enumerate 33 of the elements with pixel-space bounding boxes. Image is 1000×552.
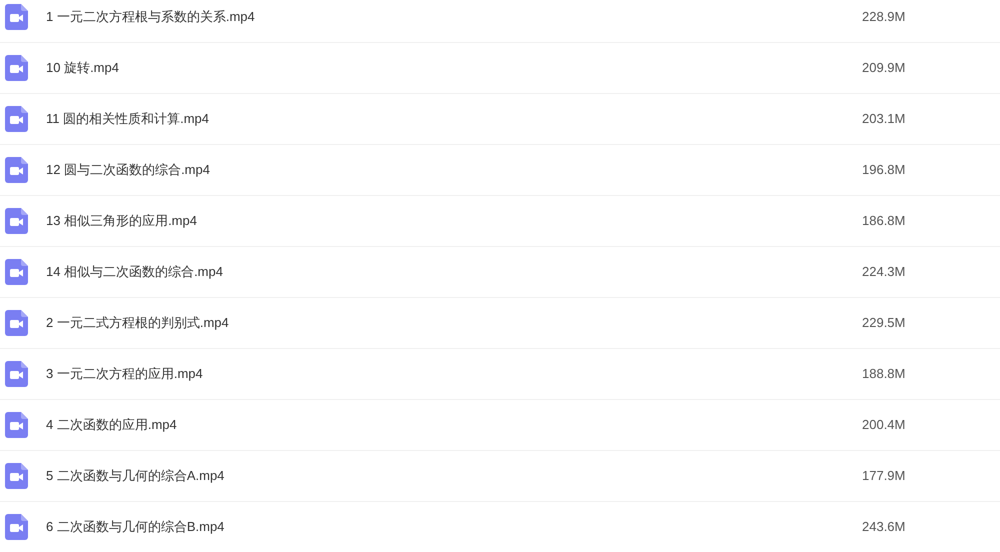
file-name[interactable]: 2 一元二式方程根的判别式.mp4 (46, 313, 862, 333)
video-file-icon (5, 361, 28, 387)
file-name[interactable]: 4 二次函数的应用.mp4 (46, 415, 862, 435)
file-name[interactable]: 5 二次函数与几何的综合A.mp4 (46, 466, 862, 486)
file-name[interactable]: 3 一元二次方程的应用.mp4 (46, 364, 862, 384)
file-size: 188.8M (862, 365, 906, 384)
video-file-icon (5, 106, 28, 132)
file-name[interactable]: 1 一元二次方程根与系数的关系.mp4 (46, 7, 862, 27)
video-file-icon (5, 157, 28, 183)
video-file-icon (5, 55, 28, 81)
video-file-icon (5, 412, 28, 438)
video-file-icon (5, 208, 28, 234)
file-size: 243.6M (862, 518, 906, 536)
file-size: 209.9M (862, 59, 906, 78)
file-name[interactable]: 6 二次函数与几何的综合B.mp4 (46, 517, 862, 537)
video-file-icon (5, 463, 28, 489)
file-name[interactable]: 14 相似与二次函数的综合.mp4 (46, 262, 862, 282)
file-size: 224.3M (862, 263, 906, 282)
file-size: 229.5M (862, 314, 906, 332)
file-size: 203.1M (862, 110, 906, 128)
video-file-icon (5, 310, 28, 336)
file-name[interactable]: 12 圆与二次函数的综合.mp4 (46, 160, 862, 180)
file-size: 186.8M (862, 212, 906, 230)
video-file-icon (5, 259, 28, 285)
file-name[interactable]: 11 圆的相关性质和计算.mp4 (46, 109, 862, 129)
file-name[interactable]: 10 旋转.mp4 (46, 58, 862, 78)
file-size: 200.4M (862, 416, 906, 434)
video-file-icon (5, 514, 28, 540)
file-size: 196.8M (862, 161, 906, 180)
video-file-icon (5, 4, 28, 30)
file-name[interactable]: 13 相似三角形的应用.mp4 (46, 211, 862, 231)
file-size: 177.9M (862, 467, 906, 486)
file-size: 228.9M (862, 8, 906, 26)
